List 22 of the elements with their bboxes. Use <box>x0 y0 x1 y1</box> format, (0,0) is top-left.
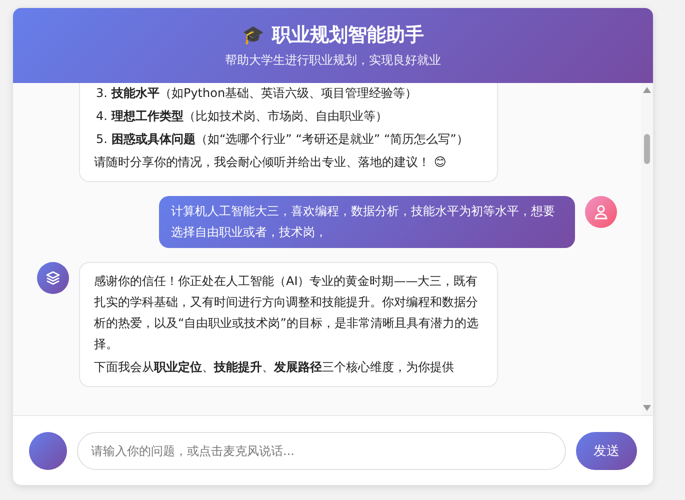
graduation-cap-icon: 🎓 <box>242 24 264 46</box>
user-avatar-icon <box>585 196 617 228</box>
scrollbar[interactable] <box>641 83 653 415</box>
app-subtitle: 帮助大学生进行职业规划，实现良好就业 <box>225 52 441 69</box>
list-number: 5. <box>96 131 108 148</box>
bot-avatar-icon <box>37 262 69 294</box>
message-text: 计算机人工智能大三，喜欢编程，数据分析，技能水平为初等水平，想要选择自由职业或者，技术岗， <box>171 203 556 241</box>
list-number: 4. <box>96 108 108 125</box>
app-title: 职业规划智能助手 <box>272 23 424 48</box>
list-item-text: 困惑或具体问题（如“选哪个行业” “考研还是就业” “简历怎么写”） <box>111 131 468 148</box>
message-input[interactable]: 请输入你的问题，或点击麦克风说话... <box>77 432 566 470</box>
scroll-down-arrow-icon[interactable] <box>643 405 651 411</box>
message-text: 请随时分享你的情况，我会耐心倾听并给出专业、落地的建议！ 😊 <box>94 154 448 171</box>
scrollbar-thumb[interactable] <box>644 134 650 164</box>
message-text: 下面我会从职业定位、技能提升、发展路径三个核心维度，为你提供 <box>94 359 455 376</box>
list-item-text: 技能水平（如Python基础、英语六级、项目管理经验等） <box>111 85 418 102</box>
scroll-up-arrow-icon[interactable] <box>643 87 651 93</box>
list-number: 3. <box>96 85 108 102</box>
list-item-text: 理想工作类型（比如技术岗、市场岗、自由职业等） <box>111 108 388 125</box>
send-button[interactable]: 发送 <box>576 432 637 470</box>
message-text: 感谢你的信任！你正处在人工智能（AI）专业的黄金时期——大三，既有扎实的学科基础，又有时间进行方向调整和技能提升。你对编程和数据分析的热爱，以及“自由职业或技术岗”的目标，是非常清晰且具有潜力的选择。 <box>94 273 480 353</box>
microphone-button[interactable] <box>29 432 67 470</box>
